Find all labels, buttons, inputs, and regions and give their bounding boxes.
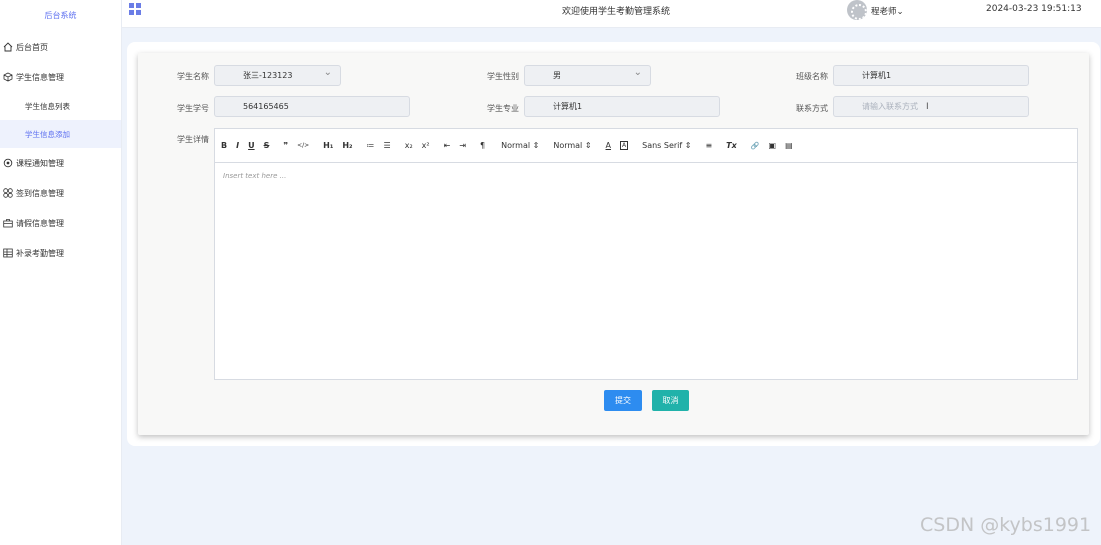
- sidebar-item-label: 补录考勤管理: [16, 248, 64, 258]
- contact-label: 联系方式: [796, 104, 828, 113]
- sidebar-item-student-add[interactable]: 学生信息添加: [0, 120, 121, 148]
- sidebar-item-label: 学生信息管理: [16, 72, 64, 82]
- gender-select[interactable]: 男: [524, 63, 651, 86]
- sidebar-item-label: 签到信息管理: [16, 188, 64, 198]
- sidebar-item-student-list[interactable]: 学生信息列表: [0, 92, 121, 120]
- code-button[interactable]: </>: [297, 142, 309, 149]
- font-color-button[interactable]: A: [606, 141, 611, 150]
- sidebar: 后台系统 后台首页 学生信息管理 学生信息列表 学生信息添加 课程通知管理 签到…: [0, 0, 122, 545]
- major-input[interactable]: 计算机1: [524, 96, 720, 117]
- sidebar-menu: 后台首页 学生信息管理 学生信息列表 学生信息添加 课程通知管理 签到信息管理: [0, 32, 121, 268]
- strike-button[interactable]: S: [264, 141, 270, 150]
- italic-button[interactable]: I: [236, 141, 239, 150]
- outdent-button[interactable]: ⇤: [444, 141, 451, 150]
- class-label: 班级名称: [796, 72, 828, 81]
- font-picker[interactable]: Sans Serif ⇕: [642, 141, 691, 150]
- cancel-button[interactable]: 取消: [652, 390, 689, 411]
- sidebar-item-course-notice[interactable]: 课程通知管理: [0, 148, 121, 178]
- quote-button[interactable]: ❞: [283, 141, 288, 150]
- superscript-button[interactable]: x²: [422, 141, 430, 150]
- home-icon: [3, 42, 13, 52]
- underline-button[interactable]: U: [248, 141, 255, 150]
- editor-toolbar: B I U S ❞ </> H₁ H₂ ≔ ☰ x₂ x² ⇤ ⇥ ¶ Norm…: [215, 129, 1077, 163]
- welcome-text: 欢迎使用学生考勤管理系统: [562, 7, 671, 17]
- text-cursor-icon: I: [926, 102, 929, 112]
- briefcase-icon: [3, 218, 13, 228]
- contact-input[interactable]: 请输入联系方式: [833, 96, 1029, 117]
- table-icon: [3, 248, 13, 258]
- sidebar-item-label: 学生信息添加: [25, 129, 70, 139]
- student-id-input[interactable]: 564165465: [214, 96, 410, 117]
- video-button[interactable]: ▤: [785, 141, 793, 150]
- watermark: CSDN @kybs1991: [920, 514, 1092, 536]
- editor-content[interactable]: Insert text here ...: [215, 163, 1077, 189]
- submit-button[interactable]: 提交: [604, 390, 642, 411]
- align-button[interactable]: ≡: [705, 141, 712, 150]
- gender-label: 学生性别: [487, 72, 519, 81]
- sidebar-item-makeup[interactable]: 补录考勤管理: [0, 238, 121, 268]
- name-select[interactable]: 张三-123123: [214, 63, 341, 86]
- background-color-button[interactable]: A: [620, 141, 629, 150]
- bold-button[interactable]: B: [221, 141, 227, 150]
- grid-dots-icon: [3, 188, 13, 198]
- major-label: 学生专业: [487, 104, 519, 113]
- apps-grid-icon[interactable]: [129, 3, 141, 15]
- image-button[interactable]: ▣: [769, 141, 777, 150]
- rich-text-editor[interactable]: B I U S ❞ </> H₁ H₂ ≔ ☰ x₂ x² ⇤ ⇥ ¶ Norm…: [214, 128, 1078, 380]
- detail-label: 学生详情: [177, 135, 209, 144]
- sidebar-item-leave[interactable]: 请假信息管理: [0, 208, 121, 238]
- h2-button[interactable]: H₂: [342, 141, 352, 150]
- target-icon: [3, 158, 13, 168]
- name-label: 学生名称: [177, 72, 209, 81]
- header-picker[interactable]: Normal ⇕: [553, 141, 591, 150]
- avatar[interactable]: [847, 0, 867, 20]
- sidebar-item-student-mgmt[interactable]: 学生信息管理: [0, 62, 121, 92]
- clear-format-button[interactable]: Tx: [726, 141, 737, 150]
- link-button[interactable]: 🔗: [751, 142, 760, 150]
- class-input[interactable]: 计算机1: [833, 65, 1029, 86]
- user-menu[interactable]: 程老师⌄: [871, 5, 904, 17]
- h1-button[interactable]: H₁: [323, 141, 333, 150]
- bullet-list-button[interactable]: ☰: [384, 141, 391, 150]
- cube-icon: [3, 72, 13, 82]
- ordered-list-button[interactable]: ≔: [367, 141, 375, 150]
- sidebar-item-label: 请假信息管理: [16, 218, 64, 228]
- sidebar-item-label: 后台首页: [16, 42, 48, 52]
- datetime: 2024-03-23 19:51:13: [986, 4, 1082, 14]
- top-bar: 欢迎使用学生考勤管理系统 程老师⌄ 2024-03-23 19:51:13: [122, 0, 1101, 28]
- sidebar-item-label: 学生信息列表: [25, 101, 70, 111]
- sidebar-item-label: 课程通知管理: [16, 158, 64, 168]
- size-picker[interactable]: Normal ⇕: [501, 141, 539, 150]
- student-id-label: 学生学号: [177, 104, 209, 113]
- brand-title: 后台系统: [44, 11, 77, 20]
- sidebar-item-signin[interactable]: 签到信息管理: [0, 178, 121, 208]
- sidebar-item-home[interactable]: 后台首页: [0, 32, 121, 62]
- direction-button[interactable]: ¶: [480, 141, 485, 150]
- subscript-button[interactable]: x₂: [405, 141, 413, 150]
- indent-button[interactable]: ⇥: [459, 141, 466, 150]
